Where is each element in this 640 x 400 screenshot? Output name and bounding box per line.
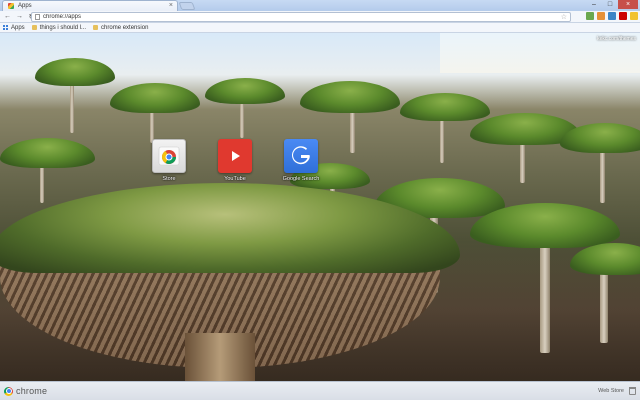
tab-title: Apps: [18, 3, 32, 9]
bookmark-label: Apps: [11, 24, 25, 31]
app-google-search[interactable]: Google Search: [282, 139, 320, 182]
bookmark-label: chrome extension: [101, 24, 149, 31]
app-store[interactable]: Store: [150, 139, 188, 182]
extension-icon[interactable]: [608, 12, 616, 20]
bookmark-apps[interactable]: Apps: [3, 25, 25, 31]
chrome-logo-icon: [4, 386, 13, 396]
extension-icons: [586, 12, 640, 20]
forward-button[interactable]: →: [15, 12, 24, 21]
toolbar: ← → ↻ ☆: [0, 11, 640, 23]
app-label: Google Search: [282, 176, 320, 182]
extension-icon[interactable]: [630, 12, 638, 20]
trash-icon[interactable]: [629, 387, 636, 395]
bookmarks-bar: Apps things i should l... chrome extensi…: [0, 23, 640, 33]
apps-grid-icon: [3, 25, 8, 30]
bookmark-folder-chrome-extension[interactable]: chrome extension: [93, 25, 148, 31]
tab-apps[interactable]: Apps ×: [2, 0, 178, 11]
wallpaper-big-tree-trunk: [185, 333, 255, 381]
google-search-icon[interactable]: [284, 139, 318, 173]
chrome-web-store-icon[interactable]: [152, 139, 186, 173]
extension-icon[interactable]: [619, 12, 627, 20]
close-window-button[interactable]: ×: [618, 0, 638, 9]
url-input[interactable]: [43, 14, 343, 20]
extension-icon[interactable]: [597, 12, 605, 20]
minimize-button[interactable]: –: [586, 0, 602, 9]
apps-grid: Store YouTube Google Search: [150, 139, 320, 182]
bookmark-label: things i should l...: [39, 24, 87, 31]
window-controls: – □ ×: [586, 0, 638, 9]
theme-attribution: kekc.com/themes: [597, 36, 636, 42]
page-icon: [35, 14, 40, 20]
tab-close-icon[interactable]: ×: [169, 2, 173, 10]
app-youtube[interactable]: YouTube: [216, 139, 254, 182]
app-label: Store: [162, 176, 176, 182]
folder-icon: [31, 25, 37, 30]
youtube-icon[interactable]: [218, 139, 252, 173]
maximize-button[interactable]: □: [602, 0, 618, 9]
app-label: YouTube: [224, 176, 246, 182]
apps-favicon-icon: [8, 3, 14, 9]
back-button[interactable]: ←: [3, 12, 12, 21]
apps-page: kekc.com/themes Store YouTube Google Sea…: [0, 33, 640, 381]
bookmark-folder-things[interactable]: things i should l...: [31, 24, 87, 31]
bookmark-star-icon[interactable]: ☆: [561, 13, 567, 22]
extension-icon[interactable]: [586, 12, 594, 20]
folder-icon: [93, 25, 99, 30]
web-store-link[interactable]: Web Store: [598, 388, 624, 394]
omnibox[interactable]: ☆: [31, 12, 571, 22]
apps-bottom-bar: chrome Web Store: [0, 381, 640, 400]
chrome-wordmark: chrome: [16, 386, 48, 396]
tab-strip: Apps × – □ ×: [0, 0, 640, 11]
new-tab-button[interactable]: [178, 2, 196, 10]
